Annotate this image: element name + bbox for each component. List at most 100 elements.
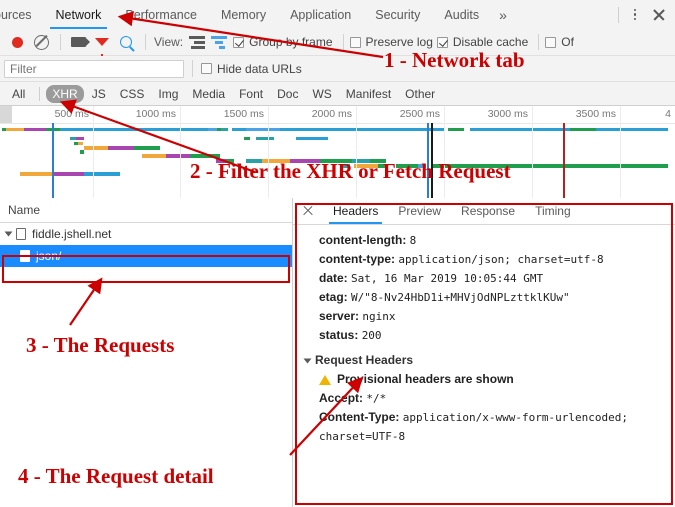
header-name: Accept: [319,391,364,405]
type-filter-img[interactable]: Img [152,85,184,103]
header-row: status: 200 [293,326,675,345]
frame-icon [16,228,26,240]
request-header-row: Accept: */* [293,389,675,408]
details-tab-response[interactable]: Response [451,198,525,224]
type-filter-other[interactable]: Other [399,85,441,103]
kebab-menu-icon[interactable] [627,5,643,25]
header-value-continuation: charset=UTF-8 [319,430,406,443]
hide-data-urls-checkbox[interactable]: Hide data URLs [201,62,302,76]
overview-tick-label: 3500 ms [575,108,616,120]
warning-triangle-icon [319,374,331,385]
header-name: status: [319,328,359,342]
header-name: content-type: [319,252,395,266]
record-icon[interactable] [6,31,28,53]
header-name: content-length: [319,233,407,247]
overview-tick-label: 2000 ms [311,108,352,120]
more-tabs-icon[interactable]: » [491,0,515,29]
chevron-down-icon[interactable] [4,231,13,237]
tab-security[interactable]: Security [363,0,432,29]
request-header-row: Content-Type: application/x-www-form-url… [293,408,675,427]
overview-ruler: 500 ms 1000 ms 1500 ms 2000 ms 2500 ms 3000 m… [0,106,675,124]
tab-application[interactable]: Application [278,0,363,29]
tab-performance[interactable]: Performance [113,0,209,29]
checkbox-box [349,36,361,48]
devtools-panel: ources Network Performance Memory Applic… [0,0,675,507]
type-filter-manifest[interactable]: Manifest [340,85,397,103]
type-filter-all[interactable]: All [6,85,31,103]
overview-event-line [52,123,54,198]
tab-memory[interactable]: Memory [209,0,278,29]
provisional-headers-warning: Provisional headers are shown [293,370,675,389]
details-tab-timing[interactable]: Timing [525,198,581,224]
request-details-pane: Headers Preview Response Timing content-… [293,198,675,507]
offline-checkbox[interactable]: Of [545,35,574,49]
request-headers-section-title[interactable]: Request Headers [293,351,675,370]
type-filter-media[interactable]: Media [186,85,231,103]
tab-network[interactable]: Network [44,0,114,29]
column-header-name: Name [8,203,41,217]
overview-bar [6,128,24,131]
header-row: date: Sat, 16 Mar 2019 10:05:44 GMT [293,269,675,288]
type-filter-js[interactable]: JS [86,85,112,103]
requests-column-header[interactable]: Name [0,198,292,223]
header-name: Content-Type: [319,410,400,424]
tab-label: Audits [444,7,480,22]
warning-text: Provisional headers are shown [337,372,514,386]
overview-bar [134,146,160,150]
type-filter-font[interactable]: Font [233,85,269,103]
disable-cache-checkbox[interactable]: Disable cache [436,35,528,49]
clear-icon[interactable] [30,31,52,53]
request-group-label: fiddle.jshell.net [32,227,112,241]
camera-icon[interactable] [67,31,90,53]
tab-audits[interactable]: Audits [432,0,491,29]
close-icon[interactable] [299,202,317,220]
view-label: View: [154,35,184,49]
checkbox-box [233,36,245,48]
overview-bar [221,128,228,131]
overview-bar [190,154,220,158]
request-row-json[interactable]: json/ [0,245,292,267]
chevron-down-icon[interactable] [303,358,312,363]
details-tab-headers[interactable]: Headers [323,198,388,224]
overview-bar [78,142,83,145]
list-view-icon[interactable] [189,35,206,49]
divider [342,34,344,50]
overview-tick [532,106,533,198]
overview-bar [76,137,84,140]
type-filter-doc[interactable]: Doc [271,85,304,103]
overview-bar [80,150,84,154]
details-tab-preview[interactable]: Preview [388,198,451,224]
annotation-3: 3 - The Requests [26,333,175,357]
section-label: Request Headers [315,353,414,367]
devtools-tabstrip: ources Network Performance Memory Applic… [0,0,675,30]
preserve-log-checkbox[interactable]: Preserve log [349,35,433,49]
filter-funnel-icon[interactable] [91,31,113,59]
close-icon[interactable] [649,5,669,25]
header-row: etag: W/"8-Nv24HbD1i+MHVjOdNPLzttklKUw" [293,288,675,307]
annotation-4: 4 - The Request detail [18,464,214,488]
request-group-row[interactable]: fiddle.jshell.net [0,223,292,245]
header-value: application/x-www-form-urlencoded; [402,411,628,424]
overview-event-line [563,123,565,198]
search-icon[interactable] [115,31,137,53]
type-filter-xhr[interactable]: XHR [46,84,84,103]
network-overview-timeline[interactable]: 500 ms 1000 ms 1500 ms 2000 ms 2500 ms 3000 m… [0,106,675,199]
tab-label: Performance [125,7,197,22]
overview-bar [60,128,208,131]
header-value: nginx [362,310,396,323]
type-filter-ws[interactable]: WS [306,85,337,103]
header-name: date: [319,271,348,285]
tab-sources[interactable]: ources [0,0,44,29]
overview-tick-label: 500 ms [54,108,89,120]
type-filter-css[interactable]: CSS [114,85,151,103]
divider [618,6,619,23]
details-tabstrip: Headers Preview Response Timing [293,198,675,225]
filter-input[interactable] [4,59,184,78]
overview-tick [93,106,94,198]
waterfall-view-icon[interactable] [211,35,228,49]
group-by-frame-checkbox[interactable]: Group by frame [233,35,333,49]
overview-tick-label: 3000 ms [487,108,528,120]
tab-label: ources [0,7,32,22]
request-name: json/ [36,249,62,263]
overview-bar [246,128,280,131]
